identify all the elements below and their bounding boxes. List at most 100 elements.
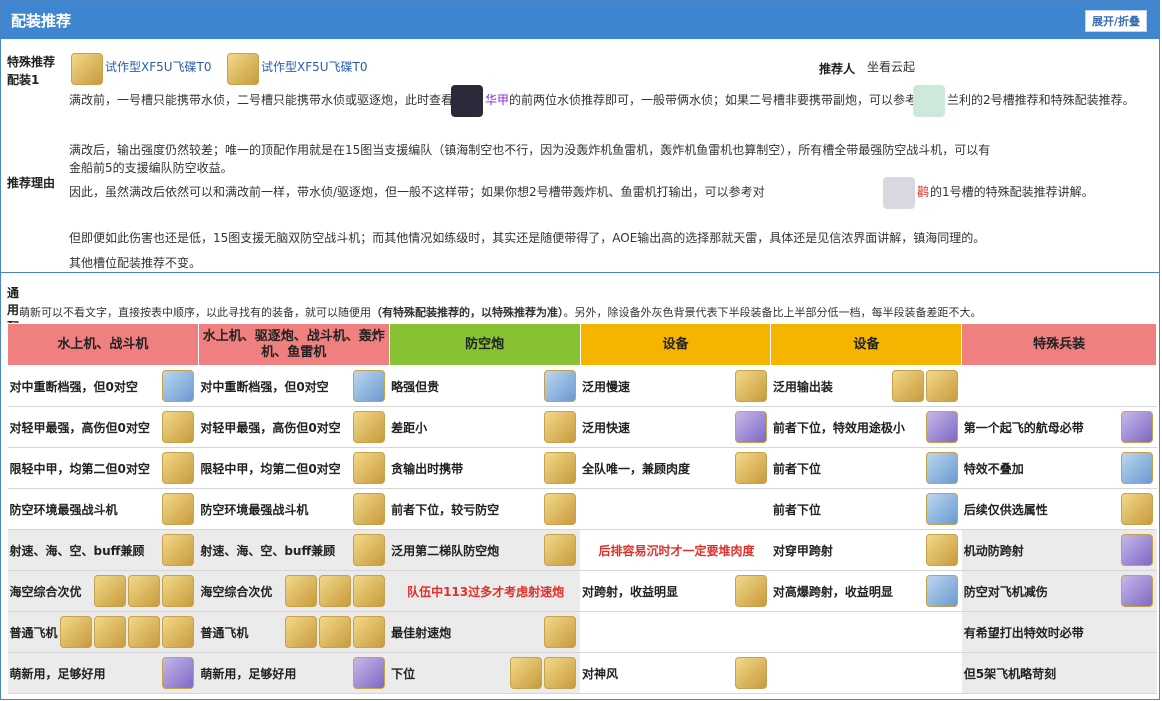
equipment-icon[interactable] (285, 616, 318, 648)
item-link-2[interactable]: 试作型XF5U飞碟T0 (261, 59, 368, 76)
equipment-icon[interactable] (544, 370, 577, 402)
cell-text: 泛用第二梯队防空炮 (391, 543, 500, 558)
equipment-icon[interactable] (544, 657, 577, 689)
equipment-icon[interactable] (128, 616, 161, 648)
cell-text: 前者下位 (772, 502, 821, 517)
equipment-icon[interactable] (925, 452, 958, 484)
equipment-icon[interactable] (162, 657, 195, 689)
equipment-icon[interactable] (734, 452, 767, 484)
cell-text: 前者下位 (772, 461, 821, 476)
table-cell: 限轻中甲，均第二但0对空 (7, 447, 199, 489)
cell-text: 第一个起飞的航母必带 (963, 420, 1084, 435)
table-row: 限轻中甲，均第二但0对空 限轻中甲，均第二但0对空 贪输出时携带 全队唯一，兼顾肉度 前… (7, 447, 1157, 489)
equipment-icon[interactable] (734, 411, 767, 443)
table-cell: 对中重断档强，但0对空 (7, 365, 199, 407)
cell-text: 泛用输出装 (772, 379, 833, 394)
cell-text: 后排容易沉时才一定要堆肉度 (598, 543, 755, 558)
equipment-icon[interactable] (162, 370, 195, 402)
equipment-icon[interactable] (925, 411, 958, 443)
cell-text: 前者下位，特效用途极小 (772, 420, 905, 435)
equipment-icon[interactable] (1120, 534, 1153, 566)
equipment-icon[interactable] (544, 411, 577, 443)
equipment-panel: 配装推荐 展开/折叠 特殊推荐 配装1 试作型XF5U飞碟T0 试作型XF5U飞… (0, 0, 1160, 700)
equipment-icon[interactable] (319, 575, 352, 607)
equipment-icon[interactable] (544, 452, 577, 484)
recommender-label: 推荐人 (819, 62, 856, 76)
equipment-icon[interactable] (162, 534, 195, 566)
cell-text: 对中重断档强，但0对空 (9, 379, 138, 394)
equipment-icon[interactable] (1120, 411, 1153, 443)
equipment-icon[interactable] (94, 575, 127, 607)
item-link-1[interactable]: 试作型XF5U飞碟T0 (105, 59, 212, 76)
equipment-icon[interactable] (734, 370, 767, 402)
cell-text: 对穿甲跨射 (772, 543, 833, 558)
equipment-icon[interactable] (925, 493, 958, 525)
equipment-icon[interactable] (734, 575, 767, 607)
table-cell: 射速、海、空、buff兼顾 (198, 529, 390, 571)
ship-link[interactable]: 鹳 (917, 184, 929, 201)
equipment-icon[interactable] (128, 575, 161, 607)
table-row: 防空环境最强战斗机 防空环境最强战斗机 前者下位，较亏防空 前者下位 后续仅供选属性 (7, 488, 1157, 530)
equipment-icon[interactable] (353, 411, 386, 443)
equipment-icon[interactable] (510, 657, 543, 689)
equipment-icon[interactable] (1120, 452, 1153, 484)
equipment-icon[interactable] (162, 575, 195, 607)
cell-text: 海空综合次优 (9, 584, 82, 599)
table-cell: 对高爆跨射，收益明显 (770, 570, 962, 612)
equipment-icon[interactable] (891, 370, 924, 402)
ship-portrait-icon[interactable] (913, 85, 945, 117)
cell-text: 对中重断档强，但0对空 (200, 379, 329, 394)
equipment-icon[interactable] (544, 616, 577, 648)
equipment-icon[interactable] (353, 657, 386, 689)
table-row: 海空综合次优 海空综合次优 队伍中113过多才考虑射速炮 对跨射，收益明显 对高爆跨射，… (7, 570, 1157, 612)
table-row: 射速、海、空、buff兼顾 射速、海、空、buff兼顾 泛用第二梯队防空炮 后排容易沉… (7, 529, 1157, 571)
expand-collapse-button[interactable]: 展开/折叠 (1084, 10, 1147, 32)
table-cell: 普通飞机 (198, 611, 390, 653)
plane-icon[interactable] (71, 53, 103, 85)
general-desc-b: （有特殊配装推荐的，以特殊推荐为准） (371, 306, 564, 319)
equipment-icon[interactable] (94, 616, 127, 648)
ship-link[interactable]: 华甲 (485, 92, 509, 109)
plane-icon[interactable] (227, 53, 259, 85)
table-cell: 后续仅供选属性 (961, 488, 1157, 530)
table-cell: 对轻甲最强，高伤但0对空 (7, 406, 199, 448)
equipment-icon[interactable] (353, 616, 386, 648)
equipment-icon[interactable] (353, 370, 386, 402)
table-cell: 泛用慢速 (580, 365, 771, 407)
cell-text: 限轻中甲，均第二但0对空 (200, 461, 341, 476)
equipment-icon[interactable] (353, 575, 386, 607)
cell-text: 对轻甲最强，高伤但0对空 (9, 420, 150, 435)
equipment-icon[interactable] (285, 575, 318, 607)
equipment-icon[interactable] (162, 411, 195, 443)
equipment-icon[interactable] (925, 534, 958, 566)
equipment-icon[interactable] (353, 534, 386, 566)
equipment-icon[interactable] (734, 657, 767, 689)
equipment-icon[interactable] (1120, 575, 1153, 607)
equipment-icon[interactable] (353, 452, 386, 484)
cell-text: 射速、海、空、buff兼顾 (200, 543, 336, 558)
equipment-icon[interactable] (544, 534, 577, 566)
table-cell: 防空环境最强战斗机 (7, 488, 199, 530)
equipment-icon[interactable] (353, 493, 386, 525)
equipment-icon[interactable] (162, 452, 195, 484)
table-cell: 第一个起飞的航母必带 (961, 406, 1157, 448)
table-cell: 略强但贵 (389, 365, 581, 407)
ship-portrait-icon[interactable] (883, 177, 915, 209)
reason-line-2: 金船前5的支援编队防空收益。 (69, 161, 233, 175)
equipment-icon[interactable] (925, 575, 958, 607)
cell-text: 下位 (391, 666, 416, 681)
equipment-icon[interactable] (162, 616, 195, 648)
table-cell: 对跨射，收益明显 (580, 570, 771, 612)
equipment-icon[interactable] (1120, 493, 1153, 525)
general-desc-a: 萌新可以不看文字，直接按表中顺序，以此寻找有的装备，就可以随便用 (19, 306, 371, 319)
table-cell: 对中重断档强，但0对空 (198, 365, 390, 407)
recommender-name: 坐看云起 (867, 60, 916, 74)
equipment-icon[interactable] (544, 493, 577, 525)
cell-text: 萌新用，足够好用 (9, 666, 106, 681)
equipment-icon[interactable] (925, 370, 958, 402)
equipment-icon[interactable] (319, 616, 352, 648)
ship-portrait-icon[interactable] (451, 85, 483, 117)
equipment-icon[interactable] (60, 616, 93, 648)
equipment-icon[interactable] (162, 493, 195, 525)
column-header: 水上机、战斗机 (7, 323, 199, 366)
